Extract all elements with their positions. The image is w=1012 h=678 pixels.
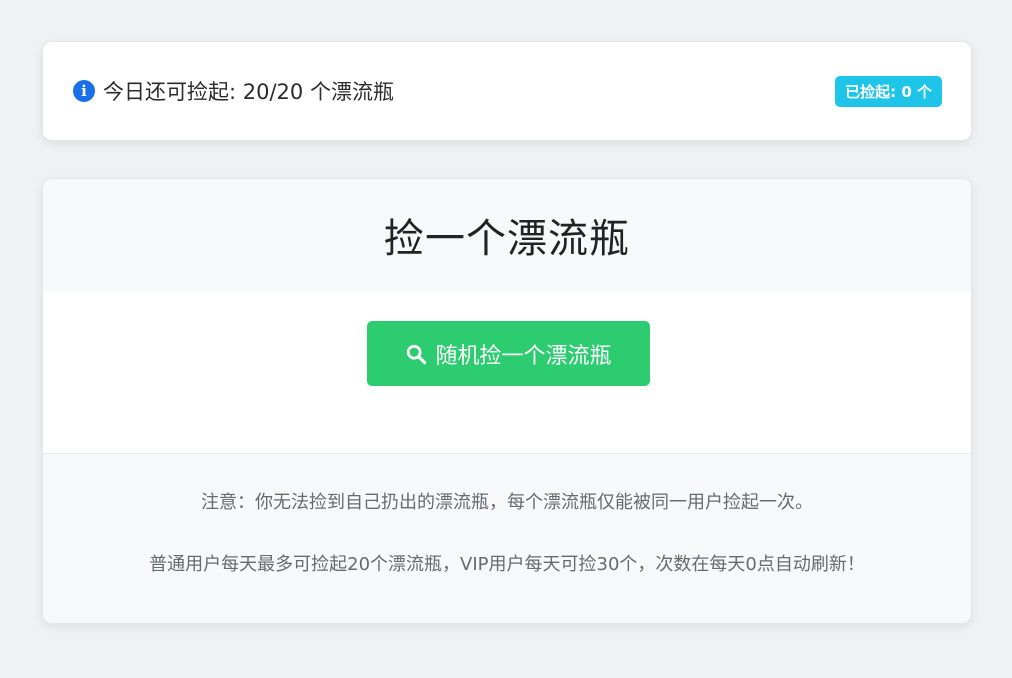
remaining-quota-text: 今日还可捡起: 20/20 个漂流瓶 [103, 80, 394, 104]
notice-text: 注意：你无法捡到自己扔出的漂流瓶，每个漂流瓶仅能被同一用户捡起一次。 [201, 492, 813, 513]
card-body: 随机捡一个漂流瓶 [43, 291, 971, 453]
quota-status-row: i 今日还可捡起: 20/20 个漂流瓶 已捡起: 0 个 [73, 42, 942, 140]
search-icon [407, 344, 427, 364]
pick-bottle-card: 捡一个漂流瓶 随机捡一个漂流瓶 注意：你无法捡到自己扔出的漂流瓶，每个漂流瓶仅能… [42, 178, 972, 624]
quota-info: i 今日还可捡起: 20/20 个漂流瓶 [73, 76, 394, 106]
picked-count-badge: 已捡起: 0 个 [835, 75, 942, 107]
info-circle-icon: i [73, 80, 95, 102]
card-footer: 注意：你无法捡到自己扔出的漂流瓶，每个漂流瓶仅能被同一用户捡起一次。 普通用户每… [43, 453, 971, 623]
random-pick-button-label: 随机捡一个漂流瓶 [435, 343, 612, 369]
quota-status-card: i 今日还可捡起: 20/20 个漂流瓶 已捡起: 0 个 [42, 41, 972, 141]
random-pick-button[interactable]: 随机捡一个漂流瓶 [367, 321, 650, 386]
page-title: 捡一个漂流瓶 [384, 216, 630, 262]
daily-limit-text: 普通用户每天最多可捡起20个漂流瓶，VIP用户每天可捡30个，次数在每天0点自动… [149, 554, 865, 575]
card-header: 捡一个漂流瓶 [43, 179, 971, 291]
